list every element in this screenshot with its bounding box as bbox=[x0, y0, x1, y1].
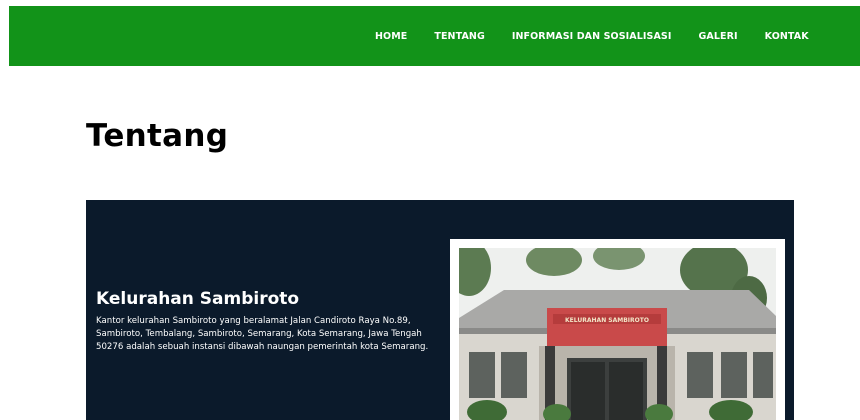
hero-description: Kantor kelurahan Sambiroto yang beralama… bbox=[96, 316, 429, 353]
hero-title: Kelurahan Sambiroto bbox=[96, 289, 300, 309]
main-nav: HOME TENTANG INFORMASI DAN SOSIALISASI G… bbox=[375, 6, 809, 66]
nav-home-link[interactable]: HOME bbox=[375, 31, 407, 42]
about-hero-section: Kelurahan Sambiroto Kantor kelurahan Sam… bbox=[86, 200, 794, 420]
nav-tentang-link[interactable]: TENTANG bbox=[434, 31, 484, 42]
nav-kontak-link[interactable]: KONTAK bbox=[765, 31, 809, 42]
office-building-photo: KELURAHAN SAMBIROTO bbox=[459, 248, 776, 420]
nav-informasi-link[interactable]: INFORMASI DAN SOSIALISASI bbox=[512, 31, 672, 42]
nav-galeri-link[interactable]: GALERI bbox=[699, 31, 738, 42]
hero-text-block: Kelurahan Sambiroto Kantor kelurahan Sam… bbox=[96, 289, 446, 355]
top-navbar: HOME TENTANG INFORMASI DAN SOSIALISASI G… bbox=[9, 6, 860, 66]
building-sign-text: KELURAHAN SAMBIROTO bbox=[565, 317, 649, 324]
page-title: Tentang bbox=[86, 118, 229, 154]
office-photo-frame: KELURAHAN SAMBIROTO bbox=[450, 239, 785, 420]
